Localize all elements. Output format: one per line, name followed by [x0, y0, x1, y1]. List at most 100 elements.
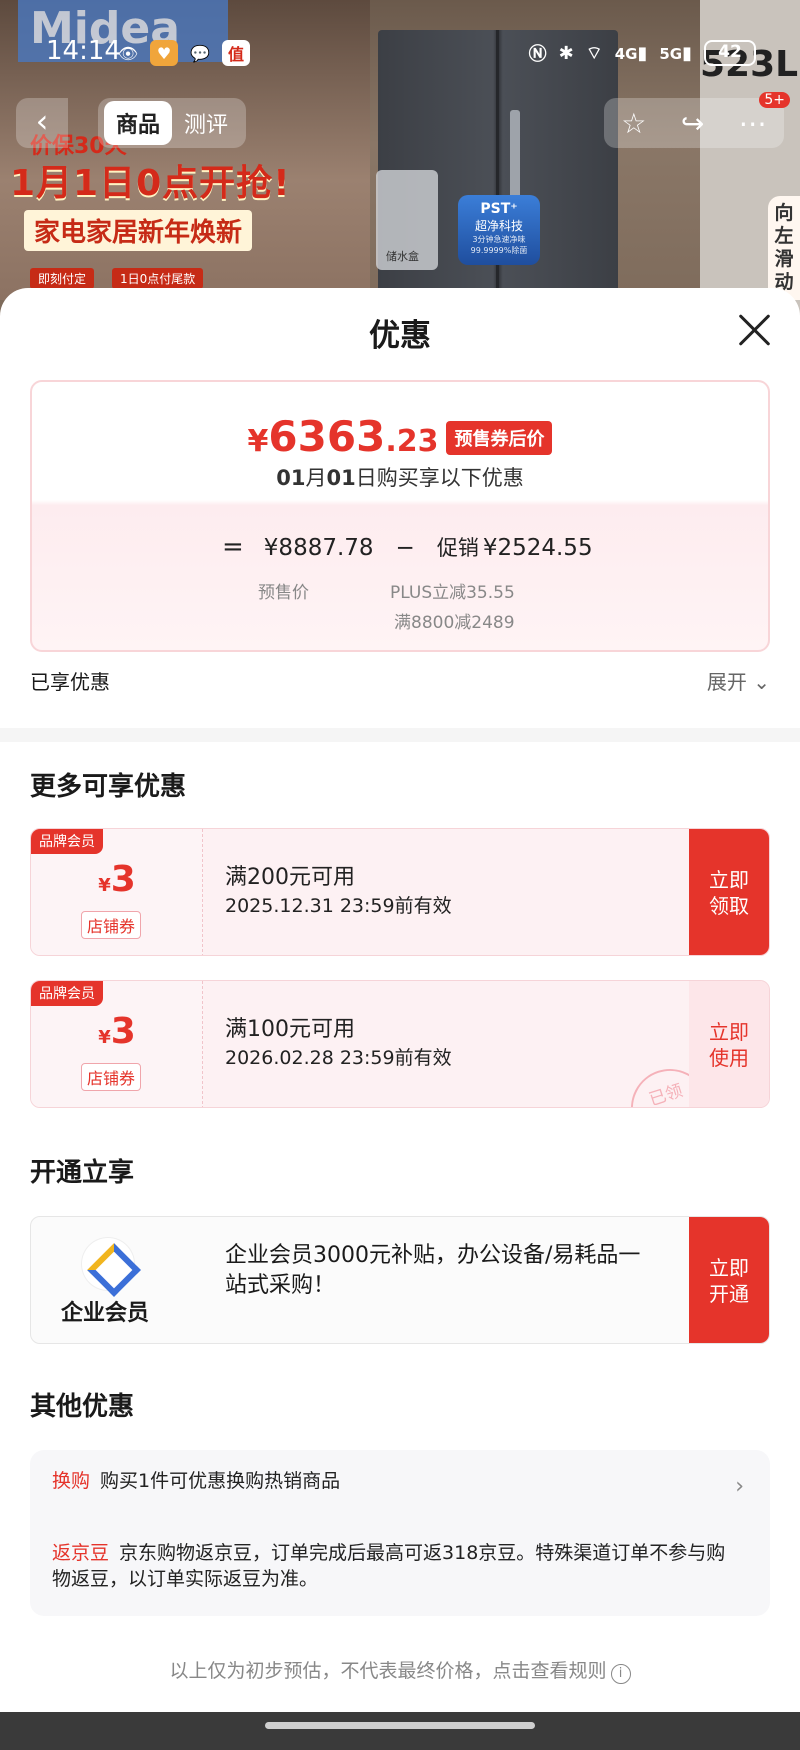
coupon-condition: 满200元可用 [225, 865, 355, 890]
status-right-icons: Ⓝ ✱ ⌔ 4G▮ 5G▮ 42 [529, 40, 756, 66]
equals-sign: = [222, 532, 244, 562]
jingdou-tag: 返京豆 [52, 1542, 110, 1564]
presale-price-label: 预售价 [258, 583, 309, 603]
pst-detail: 3分钟急速净味 [472, 235, 526, 244]
chevron-right-icon[interactable]: › [735, 1474, 744, 1499]
date-month: 01 [276, 466, 306, 490]
coupon-amount: ¥3 [31, 859, 203, 900]
bluetooth-icon: ✱ [558, 42, 574, 64]
other-discounts-box: 换购 购买1件可优惠换购热销商品 › 返京豆 京东购物返京豆，订单完成后最高可返31… [30, 1450, 770, 1616]
other-discounts-title: 其他优惠 [30, 1392, 135, 1422]
wechat-icon: 💬 [190, 43, 210, 63]
chevron-down-icon: ⌄ [753, 670, 770, 694]
product-tabs: 商品 测评 [98, 98, 247, 148]
info-icon[interactable]: i [610, 1664, 631, 1684]
coupon-amount: ¥3 [31, 1011, 203, 1052]
disclaimer-row[interactable]: 以上仅为初步预估，不代表最终价格，点击查看规则 i [0, 1656, 800, 1684]
coupon-condition: 满100元可用 [225, 1017, 355, 1042]
enterprise-member-desc: 企业会员3000元补贴，办公设备/易耗品一站式采购！ [225, 1243, 641, 1298]
shop-coupon-label: 店铺券 [81, 911, 142, 939]
coupon-currency: ¥ [98, 875, 111, 896]
coupon-card[interactable]: 品牌会员 ¥3 店铺券 满100元可用 2026.02.28 23:59前有效 … [30, 980, 770, 1108]
presale-price: ¥8887.78 [263, 535, 374, 561]
promo-subheadline: 家电家居新年焕新 [24, 210, 253, 251]
jingdou-item: 返京豆 京东购物返京豆，订单完成后最高可返318京豆。特殊渠道订单不参与购物返豆，… [52, 1540, 732, 1592]
use-coupon-button[interactable]: 立即 使用 [689, 981, 769, 1107]
purchase-date-line: 01月01日购买享以下优惠 [32, 462, 768, 492]
more-discounts-title: 更多可享优惠 [30, 772, 187, 802]
product-nav-bar: ‹ 商品 测评 ☆ ↪ ⋯ 5+ [16, 92, 790, 148]
close-icon[interactable] [736, 312, 772, 348]
coupon-value: 3 [110, 1011, 136, 1052]
taobao-app-icon: ♥ [150, 40, 178, 66]
price-summary-card: ¥6363.23 预售券后价 01月01日购买享以下优惠 = ¥8887.78 … [30, 380, 770, 652]
claim-coupon-button[interactable]: 立即 领取 [689, 829, 769, 955]
trade-in-tag: 换购 [52, 1470, 91, 1492]
open-membership-button[interactable]: 立即 开通 [689, 1217, 769, 1343]
battery-icon: 42 [704, 40, 756, 66]
coupon-validity: 2026.02.28 23:59前有效 [225, 1047, 452, 1069]
date-month-unit: 月 [305, 466, 327, 490]
full-reduction-discount: 满8800减2489 [394, 613, 515, 633]
enterprise-member-logo-icon [81, 1237, 135, 1291]
open-enjoy-title: 开通立享 [30, 1158, 135, 1188]
tab-product[interactable]: 商品 [104, 101, 173, 145]
message-badge: 5+ [759, 92, 790, 108]
discount-sheet: 优惠 ¥6363.23 预售券后价 01月01日购买享以下优惠 = ¥8887.… [0, 288, 800, 1712]
disclaimer-text: 以上仅为初步预估，不代表最终价格，点击查看规则 [169, 1660, 607, 1682]
brand-member-tag: 品牌会员 [31, 829, 103, 854]
pst-subtitle: 超净科技 [474, 219, 523, 233]
final-price-currency: ¥ [247, 424, 269, 459]
plus-discount: PLUS立减35.55 [390, 583, 515, 603]
enterprise-member-name: 企业会员 [61, 1301, 150, 1326]
final-price: ¥6363.23 [248, 412, 439, 461]
price-calculation-row: = ¥8887.78 − 促销 ¥2524.55 [222, 532, 593, 562]
enterprise-member-card[interactable]: 企业会员 企业会员3000元补贴，办公设备/易耗品一站式采购！ 立即 开通 [30, 1216, 770, 1344]
promo-headline: 1月1日0点开抢! [10, 163, 291, 204]
final-price-decimal: .23 [385, 424, 439, 459]
back-arrow-icon[interactable]: ‹ [16, 98, 68, 148]
water-box-label: 储水盒 [386, 250, 419, 263]
status-left-icons: 👁 ♥ 💬 值 [114, 40, 250, 66]
final-price-row: ¥6363.23 预售券后价 [32, 412, 768, 461]
status-bar: 14:14 👁 ♥ 💬 值 Ⓝ ✱ ⌔ 4G▮ 5G▮ 42 [0, 30, 800, 78]
wifi-icon: ⌔ [585, 42, 603, 64]
expand-button[interactable]: 展开 ⌄ [707, 666, 770, 695]
coupon-value: 3 [110, 859, 136, 900]
sheet-title: 优惠 [369, 318, 431, 354]
nfc-icon: Ⓝ [528, 44, 547, 65]
minus-sign: − [395, 535, 415, 561]
favorite-star-icon[interactable]: ☆ [621, 107, 646, 140]
trade-in-item[interactable]: 换购 购买1件可优惠换购热销商品 [52, 1468, 340, 1494]
date-suffix: 日购买享以下优惠 [355, 466, 524, 490]
share-icon[interactable]: ↪ [681, 107, 704, 140]
date-day: 01 [326, 466, 356, 490]
final-price-integer: 6363 [268, 412, 386, 461]
brand-member-tag: 品牌会员 [31, 981, 103, 1006]
signal-5g-icon: 5G▮ [659, 42, 692, 64]
more-icon[interactable]: ⋯ [739, 107, 767, 140]
presale-coupon-tag: 预售券后价 [446, 421, 553, 455]
promo-label: 促销 [436, 536, 479, 560]
pst-badge: PST⁺ 超净科技 3分钟急速净味 99.9999%除菌 [458, 195, 540, 265]
enjoyed-discounts-row[interactable]: 已享优惠 展开 ⌄ [30, 666, 770, 696]
enjoyed-label: 已享优惠 [30, 670, 110, 694]
coupon-card[interactable]: 品牌会员 ¥3 店铺券 满200元可用 2025.12.31 23:59前有效 … [30, 828, 770, 956]
pst-rate: 99.9999%除菌 [470, 246, 528, 255]
shop-coupon-label: 店铺券 [81, 1063, 142, 1091]
expand-label: 展开 [706, 670, 747, 694]
trade-in-text: 购买1件可优惠换购热销商品 [100, 1470, 341, 1492]
home-indicator[interactable] [265, 1722, 535, 1729]
eye-icon: 👁 [117, 43, 139, 63]
zhi-app-icon: 值 [222, 40, 250, 66]
promo-amount: ¥2524.55 [482, 535, 593, 561]
swipe-left-hint[interactable]: 向左滑动 [768, 196, 800, 300]
section-divider [0, 728, 800, 742]
tab-review[interactable]: 测评 [172, 101, 240, 145]
coupon-currency: ¥ [98, 1027, 111, 1048]
promo-tags: 即刻付定 1日0点付尾款 [30, 268, 204, 289]
status-time: 14:14 [46, 36, 121, 66]
signal-4g-icon: 4G▮ [614, 42, 648, 64]
promo-tag-deposit: 即刻付定 [30, 268, 95, 289]
coupon-validity: 2025.12.31 23:59前有效 [225, 895, 452, 917]
